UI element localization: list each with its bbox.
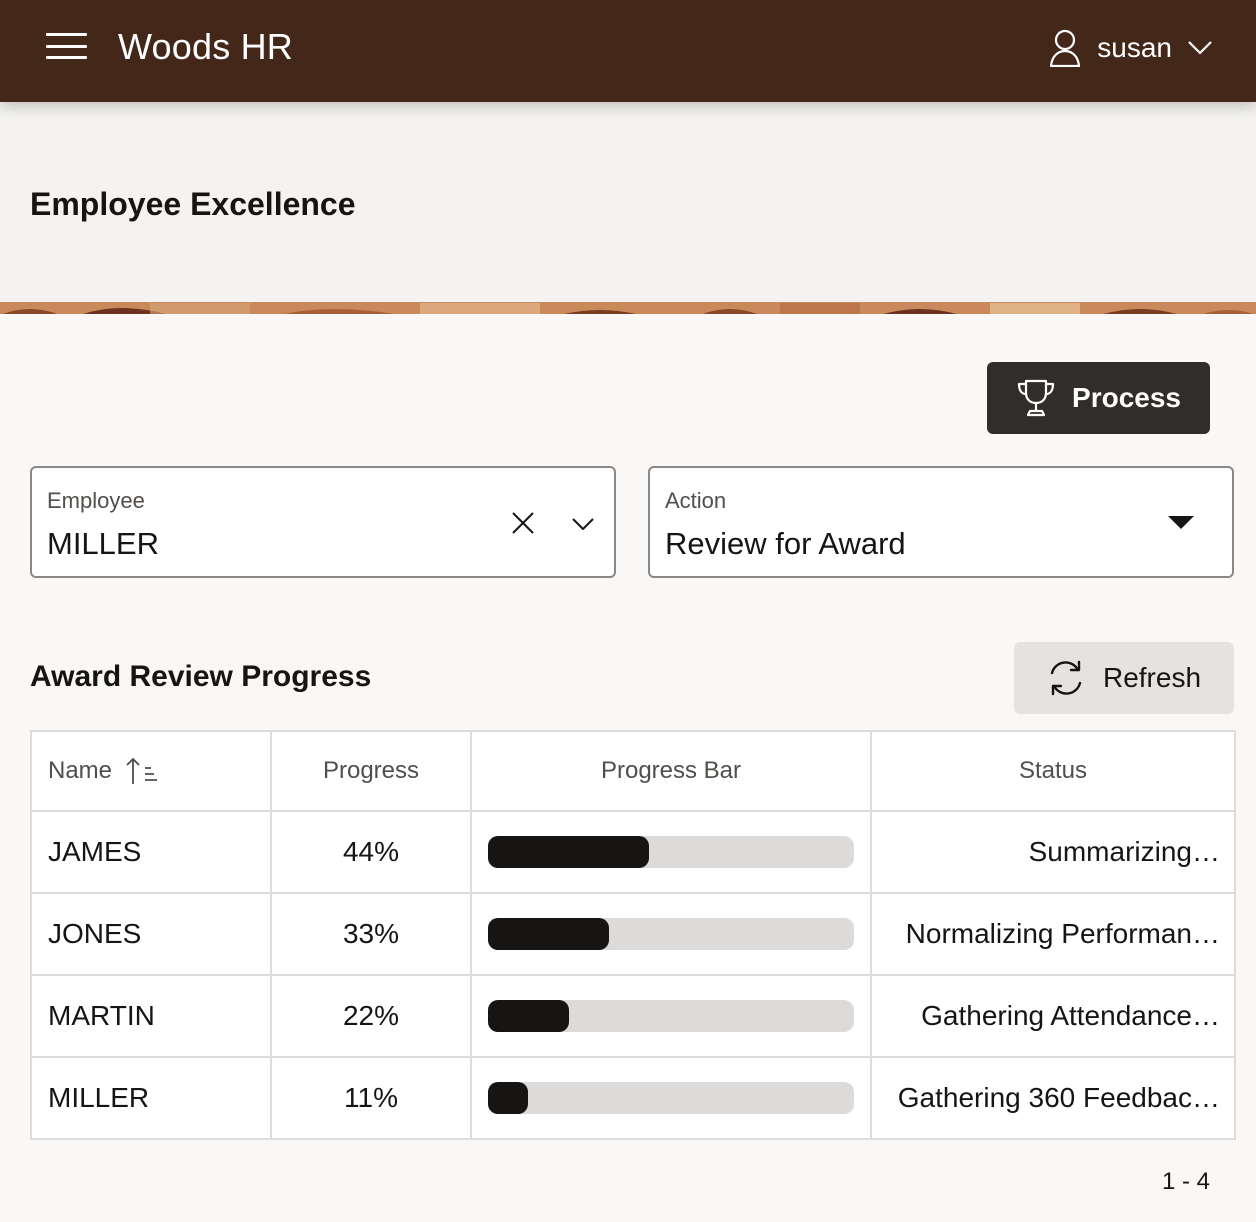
cell-name: MARTIN [30, 974, 272, 1058]
award-progress-table: Name Progress Progress Bar Status JAMES … [30, 730, 1236, 1140]
column-header-name[interactable]: Name [30, 730, 272, 812]
cell-status: Gathering 360 Feedbac… [870, 1056, 1236, 1140]
employee-label: Employee [47, 488, 145, 513]
close-icon[interactable] [512, 512, 534, 534]
table-header-row: Name Progress Progress Bar Status [30, 730, 1236, 812]
pagination-range: 1 - 4 [1162, 1168, 1211, 1195]
user-name: susan [1097, 32, 1172, 63]
process-button-label: Process [1072, 382, 1181, 413]
process-button[interactable]: Process [987, 362, 1210, 434]
refresh-button[interactable]: Refresh [1014, 642, 1234, 714]
column-header-status[interactable]: Status [870, 730, 1236, 812]
progress-bar-fill [488, 1000, 569, 1032]
cell-progress: 44% [270, 810, 472, 894]
progress-bar [488, 1000, 854, 1032]
progress-bar [488, 836, 854, 868]
app-header: Woods HR susan [0, 0, 1256, 102]
action-value[interactable]: Review for Award [665, 526, 906, 562]
progress-bar [488, 918, 854, 950]
page-title: Employee Excellence [30, 186, 356, 222]
column-header-label: Name [48, 756, 113, 784]
cell-progress-bar [470, 974, 872, 1058]
table-row[interactable]: MARTIN 22% Gathering Attendance… [30, 974, 1236, 1058]
cell-status: Normalizing Performan… [870, 892, 1236, 976]
progress-bar [488, 1082, 854, 1114]
app-title[interactable]: Woods HR [118, 26, 293, 68]
cell-name: JAMES [30, 810, 272, 894]
chevron-down-icon[interactable] [572, 518, 594, 530]
user-icon [1050, 29, 1081, 67]
decorative-banner [0, 302, 1256, 314]
refresh-icon [1050, 660, 1082, 696]
table-row[interactable]: MILLER 11% Gathering 360 Feedbac… [30, 1056, 1236, 1140]
caret-down-icon[interactable] [1168, 516, 1194, 530]
sort-ascending-icon[interactable] [125, 757, 159, 785]
employee-value[interactable]: MILLER [47, 526, 159, 562]
employee-select[interactable]: Employee MILLER [30, 466, 616, 578]
cell-progress-bar [470, 810, 872, 894]
cell-status: Gathering Attendance… [870, 974, 1236, 1058]
action-label: Action [665, 488, 727, 513]
progress-bar-fill [488, 918, 609, 950]
cell-name: MILLER [30, 1056, 272, 1140]
hero-region: Employee Excellence [0, 102, 1256, 302]
cell-progress-bar [470, 1056, 872, 1140]
section-title: Award Review Progress [30, 660, 372, 693]
cell-status: Summarizing… [870, 810, 1236, 894]
hamburger-icon[interactable] [46, 33, 87, 59]
cell-progress: 11% [270, 1056, 472, 1140]
cell-progress-bar [470, 892, 872, 976]
column-header-progress-bar[interactable]: Progress Bar [470, 730, 872, 812]
cell-progress: 22% [270, 974, 472, 1058]
trophy-icon [1017, 379, 1055, 417]
cell-progress: 33% [270, 892, 472, 976]
refresh-button-label: Refresh [1102, 662, 1202, 693]
action-select[interactable]: Action Review for Award [648, 466, 1234, 578]
table-row[interactable]: JONES 33% Normalizing Performan… [30, 892, 1236, 976]
cell-name: JONES [30, 892, 272, 976]
chevron-down-icon [1188, 41, 1212, 55]
column-header-progress[interactable]: Progress [270, 730, 472, 812]
table-row[interactable]: JAMES 44% Summarizing… [30, 810, 1236, 894]
user-menu[interactable]: susan [1049, 24, 1212, 72]
progress-bar-fill [488, 836, 650, 868]
progress-bar-fill [488, 1082, 529, 1114]
